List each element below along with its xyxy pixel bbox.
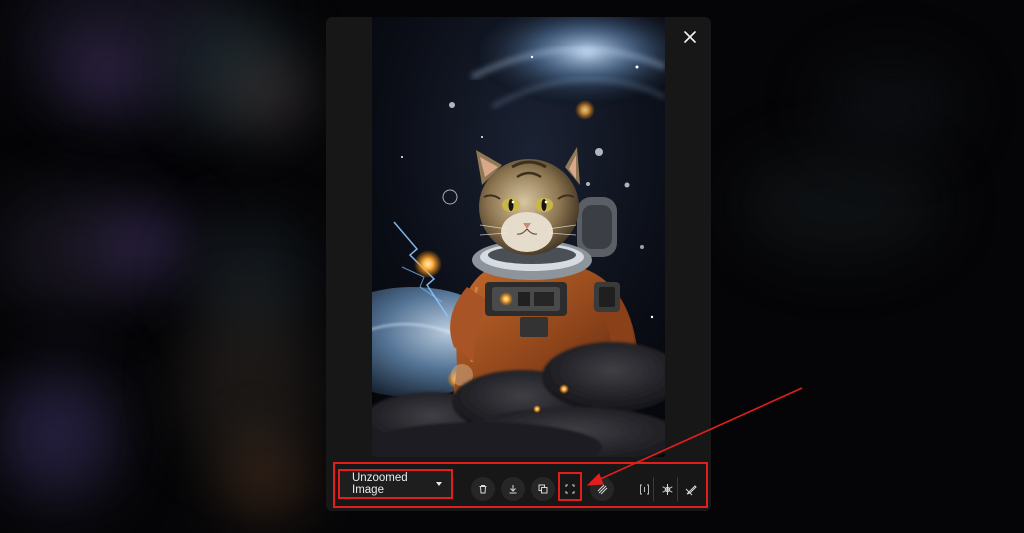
pattern-button[interactable] [590,477,614,501]
copy-icon [538,484,548,494]
download-button[interactable] [501,477,525,501]
edit-button[interactable] [679,477,703,501]
delete-button[interactable] [471,477,495,501]
generated-image [372,17,665,457]
toolbar-divider [677,477,678,501]
close-icon [684,31,696,43]
image-toolbar: Unzoomed Image [333,462,708,508]
expand-icon [565,484,575,494]
trash-icon [479,485,487,494]
expand-button[interactable] [558,477,582,501]
snowflake-icon [661,483,673,495]
zoom-mode-select[interactable]: Unzoomed Image [338,469,453,499]
screenshot-stage: Unzoomed Image [0,0,1024,533]
remix-button[interactable] [655,477,679,501]
pencil-slash-icon [685,484,697,495]
bracket-icon [639,484,649,494]
download-icon [509,485,517,494]
cat-astronaut-illustration [372,17,665,457]
zoom-mode-label: Unzoomed Image [352,472,408,496]
close-button[interactable] [678,25,702,49]
chevron-down-icon [436,482,442,486]
image-viewer-modal: Unzoomed Image [326,17,711,511]
toolbar-divider [653,477,654,501]
copy-button[interactable] [531,477,555,501]
diagonal-lines-icon [597,484,607,494]
